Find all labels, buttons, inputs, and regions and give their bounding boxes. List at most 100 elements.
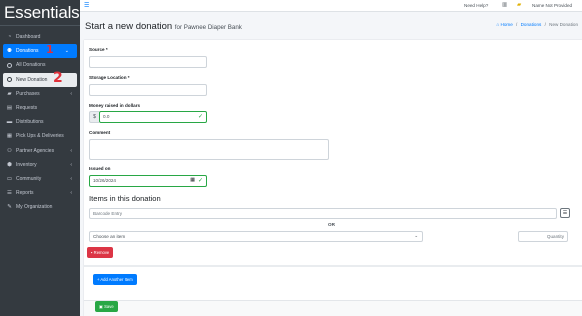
chevron-left-icon: ‹ <box>70 147 72 154</box>
chevron-left-icon: ‹ <box>70 90 72 97</box>
sidebar-item-distributions[interactable]: ▬ Distributions <box>0 115 80 129</box>
trash-icon: ▪ <box>91 250 93 255</box>
home-icon: ⌂ <box>496 22 500 27</box>
comment-label: Comment <box>89 130 111 135</box>
dashboard-icon: ◔ <box>7 34 12 41</box>
wrench-icon: ✎ <box>7 204 12 211</box>
storage-location-select[interactable] <box>89 84 207 96</box>
sidebar-nav: ◔ Dashboard ⚉ Donations ⌄ All Donations … <box>0 30 80 214</box>
save-button[interactable]: ▣ Save <box>95 301 118 312</box>
source-select[interactable] <box>89 56 207 68</box>
storage-location-label: Storage Location * <box>89 75 130 80</box>
calendar-icon[interactable]: ▦ <box>190 177 195 183</box>
sidebar-item-label: Purchases <box>16 90 40 97</box>
issued-on-label: Issued on <box>89 166 111 171</box>
user-menu[interactable]: Name Not Provided <box>532 3 572 8</box>
chevron-down-icon: ⌄ <box>414 233 418 238</box>
sidebar-item-pickups[interactable]: ▦ Pick Ups & Deliveries <box>0 129 80 143</box>
barcode-list-icon[interactable]: ☰ <box>560 208 570 218</box>
save-icon: ▣ <box>99 304 103 309</box>
money-raised-label: Money raised in dollars <box>89 103 141 108</box>
divider <box>84 265 582 267</box>
dollar-addon: $ <box>89 111 99 123</box>
chevron-down-icon: ⌄ <box>64 48 69 55</box>
save-button-label: Save <box>104 304 114 309</box>
page-title: Start a new donation for Pawnee Diaper B… <box>85 21 242 32</box>
sidebar-item-new-donation[interactable]: New Donation <box>3 72 77 87</box>
brand-logo[interactable]: Essentials <box>0 0 80 26</box>
breadcrumb: ⌂ Home / Donations / New Donation <box>496 22 578 27</box>
money-raised-value: 0.0 <box>103 114 110 119</box>
breadcrumb-separator: / <box>544 22 546 27</box>
sidebar-item-label: Community <box>16 175 42 182</box>
check-icon: ✓ <box>197 114 203 120</box>
sidebar-item-label: Distributions <box>16 119 44 126</box>
sidebar-item-label: Requests <box>16 105 38 112</box>
sidebar-item-label: Pick Ups & Deliveries <box>16 133 64 140</box>
sidebar-item-dashboard[interactable]: ◔ Dashboard <box>0 30 80 44</box>
chevron-left-icon: ‹ <box>70 175 72 182</box>
help-link[interactable]: Need Help? <box>464 3 488 8</box>
or-separator: OR <box>328 222 335 227</box>
chevron-left-icon: ‹ <box>70 190 72 197</box>
sidebar-item-inventory[interactable]: ⬢ Inventory ‹ <box>0 158 80 172</box>
reports-icon: ☰ <box>7 190 12 197</box>
warehouse-icon: ⬢ <box>7 161 12 168</box>
users-icon: ⚇ <box>7 147 12 154</box>
quantity-input[interactable]: Quantity <box>518 231 568 242</box>
notification-icon[interactable]: ▰ <box>517 2 521 8</box>
hamburger-icon[interactable]: ☰ <box>84 2 89 9</box>
step-marker-2: 2 <box>53 70 63 86</box>
money-raised-input[interactable]: 0.0 ✓ <box>99 111 207 123</box>
sidebar-item-my-organization[interactable]: ✎ My Organization <box>0 200 80 214</box>
add-another-item-label: Add Another Item <box>100 277 133 282</box>
barcode-entry-input[interactable]: Barcode Entry <box>89 208 557 219</box>
chevron-left-icon: ‹ <box>70 161 72 168</box>
card-footer: ▣ Save <box>84 300 582 316</box>
add-another-item-button[interactable]: + Add Another Item <box>93 274 137 285</box>
issued-on-date-input[interactable]: 10/26/2024 ▦ ✓ <box>89 175 207 187</box>
sidebar-item-purchases[interactable]: ▰ Purchases ‹ <box>0 87 80 101</box>
sidebar-item-label: Reports <box>16 190 34 197</box>
file-icon: ▤ <box>6 105 13 112</box>
sidebar-item-label: My Organization <box>16 204 53 211</box>
sidebar-item-label: Donations <box>16 48 39 55</box>
quantity-placeholder: Quantity <box>546 234 564 239</box>
item-select[interactable]: Choose an item ⌄ <box>89 231 423 242</box>
remove-button-label: Remove <box>93 250 110 255</box>
grid-icon[interactable]: ▥ <box>502 2 507 8</box>
sidebar-item-label: Inventory <box>16 161 37 168</box>
issued-on-value: 10/26/2024 <box>93 178 116 183</box>
breadcrumb-donations[interactable]: Donations <box>521 22 542 27</box>
items-section-title: Items in this donation <box>89 194 161 203</box>
sidebar-item-all-donations[interactable]: All Donations <box>0 58 80 72</box>
donation-form-card: Source * Storage Location * Money raised… <box>84 40 582 316</box>
sidebar-item-label: Dashboard <box>16 34 41 41</box>
sidebar-item-reports[interactable]: ☰ Reports ‹ <box>0 186 80 200</box>
top-navbar: ☰ Need Help? ▥ ▰ Name Not Provided <box>80 0 582 12</box>
breadcrumb-home[interactable]: Home <box>501 22 513 27</box>
community-icon: ▭ <box>6 175 13 182</box>
truck-icon: ▬ <box>6 119 13 126</box>
sidebar: Essentials ◔ Dashboard ⚉ Donations ⌄ All… <box>0 0 80 316</box>
page-subtitle: for Pawnee Diaper Bank <box>174 24 242 31</box>
main-content: Start a new donation for Pawnee Diaper B… <box>80 12 582 316</box>
sidebar-item-label: Partner Agencies <box>16 147 55 154</box>
sidebar-item-label: New Donation <box>16 76 48 83</box>
sidebar-item-partner-agencies[interactable]: ⚇ Partner Agencies ‹ <box>0 144 80 158</box>
donations-icon: ⚉ <box>7 48 12 55</box>
sidebar-item-community[interactable]: ▭ Community ‹ <box>0 172 80 186</box>
remove-button[interactable]: ▪ Remove <box>87 247 114 258</box>
item-select-value: Choose an item <box>93 234 126 239</box>
barcode-placeholder: Barcode Entry <box>93 211 123 216</box>
calendar-icon: ▦ <box>6 133 13 140</box>
sidebar-item-requests[interactable]: ▤ Requests <box>0 101 80 115</box>
breadcrumb-separator: / <box>516 22 518 27</box>
cart-icon: ▰ <box>7 90 12 97</box>
step-marker-1: 1 <box>46 43 54 56</box>
sidebar-item-donations[interactable]: ⚉ Donations ⌄ <box>3 44 77 59</box>
circle-icon <box>7 62 12 68</box>
check-icon: ✓ <box>197 178 203 184</box>
circle-icon <box>7 77 12 83</box>
comment-textarea[interactable] <box>89 139 329 160</box>
